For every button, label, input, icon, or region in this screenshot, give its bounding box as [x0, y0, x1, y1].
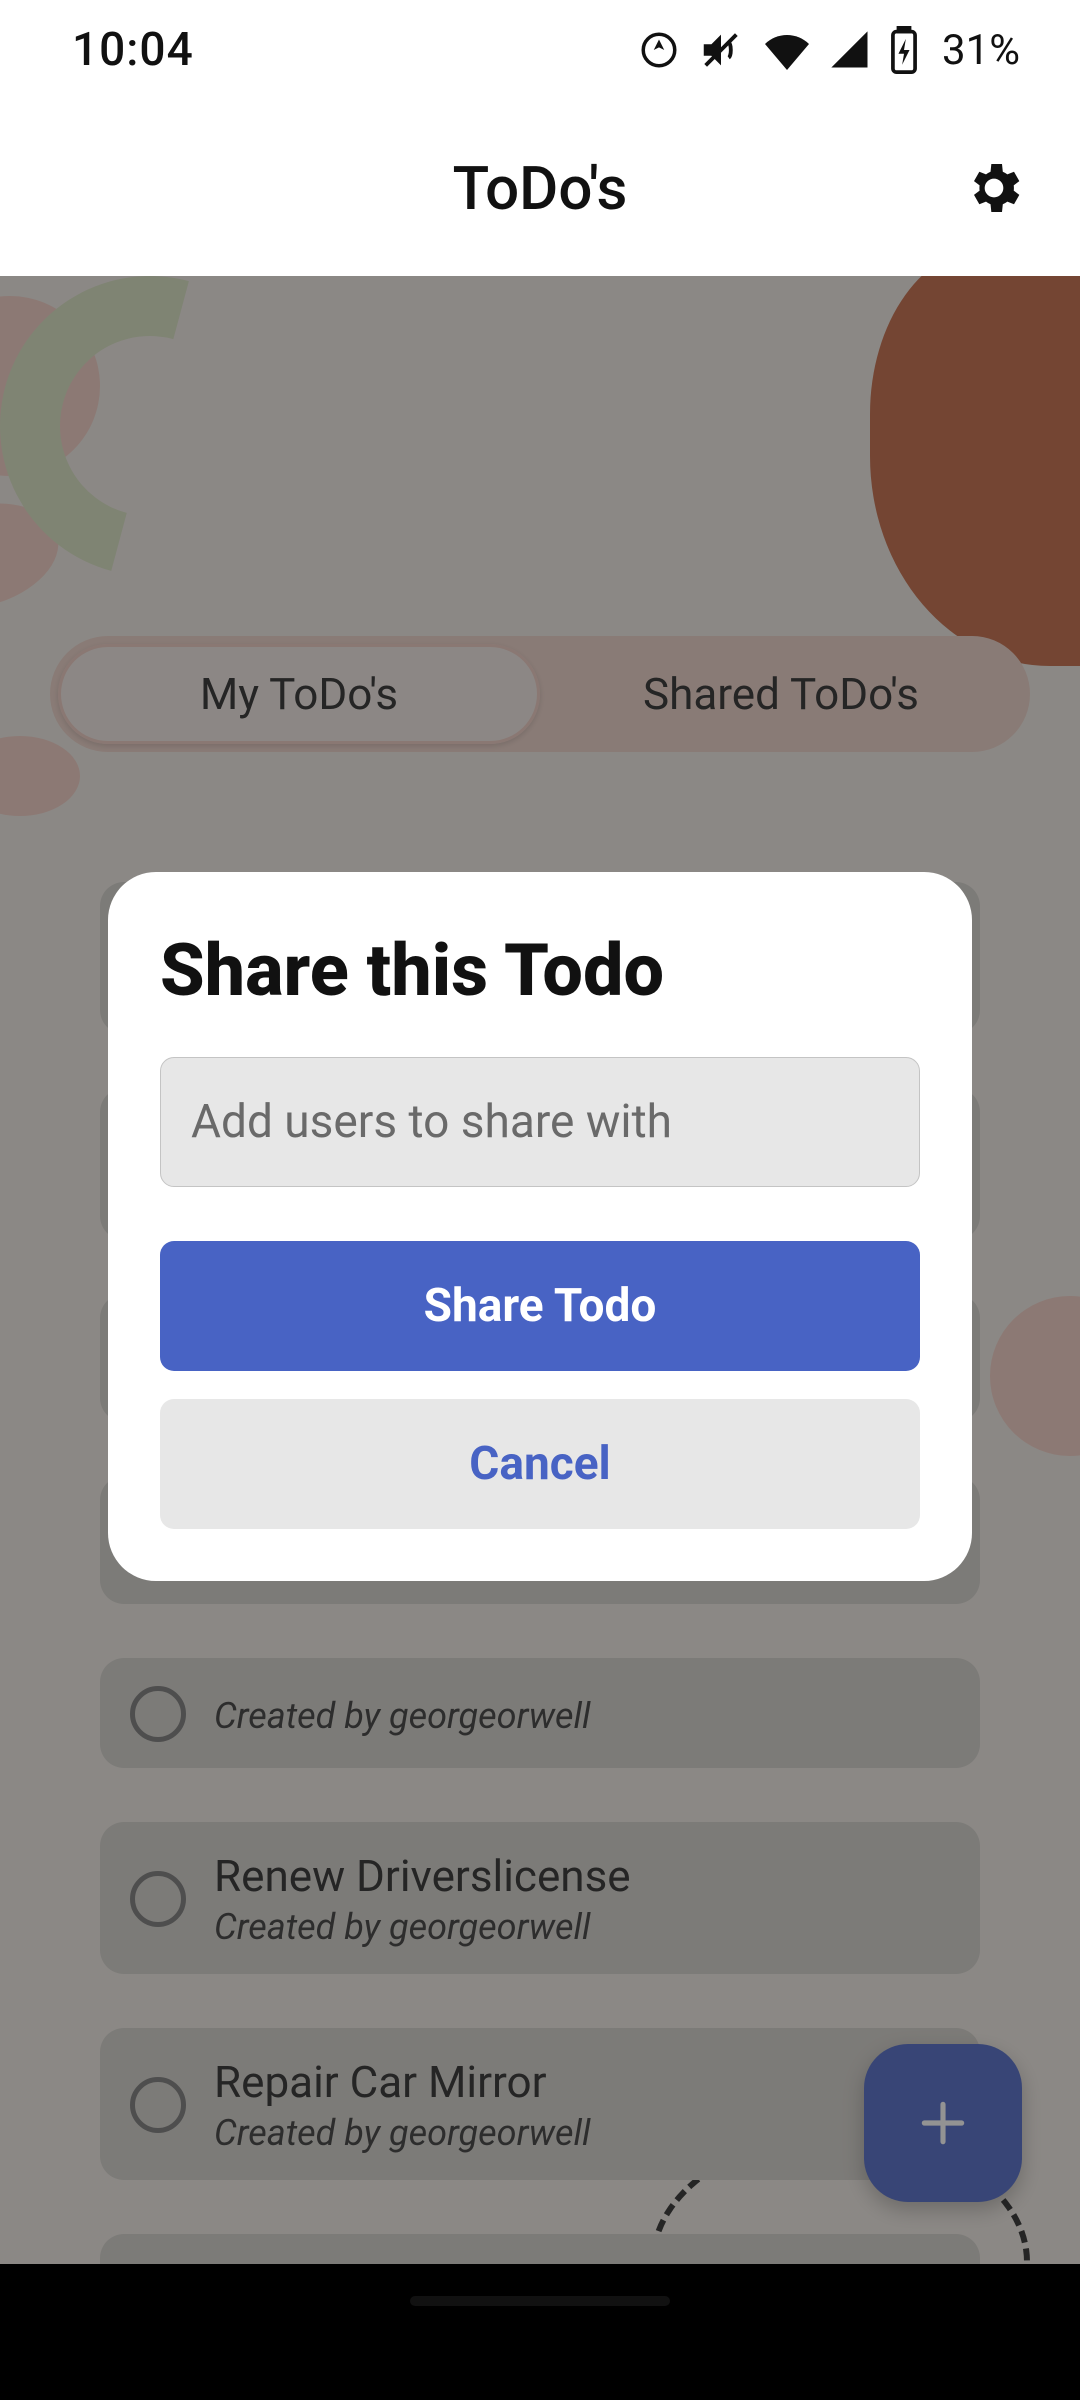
status-bar: 10:04 — [0, 0, 1080, 100]
button-label: Share Todo — [424, 1279, 657, 1333]
battery-text: 31% — [942, 26, 1020, 75]
status-icons: 31% — [638, 26, 1020, 75]
nav-handle[interactable] — [410, 2296, 670, 2306]
status-time: 10:04 — [72, 23, 194, 77]
gear-icon — [962, 156, 1026, 220]
settings-button[interactable] — [962, 156, 1026, 220]
button-label: Cancel — [469, 1437, 610, 1491]
page-title: ToDo's — [453, 153, 628, 224]
location-icon — [638, 29, 680, 71]
dialog-title: Share this Todo — [160, 928, 920, 1013]
cancel-button[interactable]: Cancel — [160, 1399, 920, 1529]
app-header: ToDo's — [0, 100, 1080, 276]
battery-icon — [888, 26, 920, 74]
mute-icon — [698, 27, 744, 73]
signal-icon — [830, 30, 870, 70]
share-button[interactable]: Share Todo — [160, 1241, 920, 1371]
share-users-input[interactable] — [160, 1057, 920, 1187]
share-dialog: Share this Todo Share Todo Cancel — [108, 872, 972, 1581]
wifi-icon — [762, 30, 812, 70]
